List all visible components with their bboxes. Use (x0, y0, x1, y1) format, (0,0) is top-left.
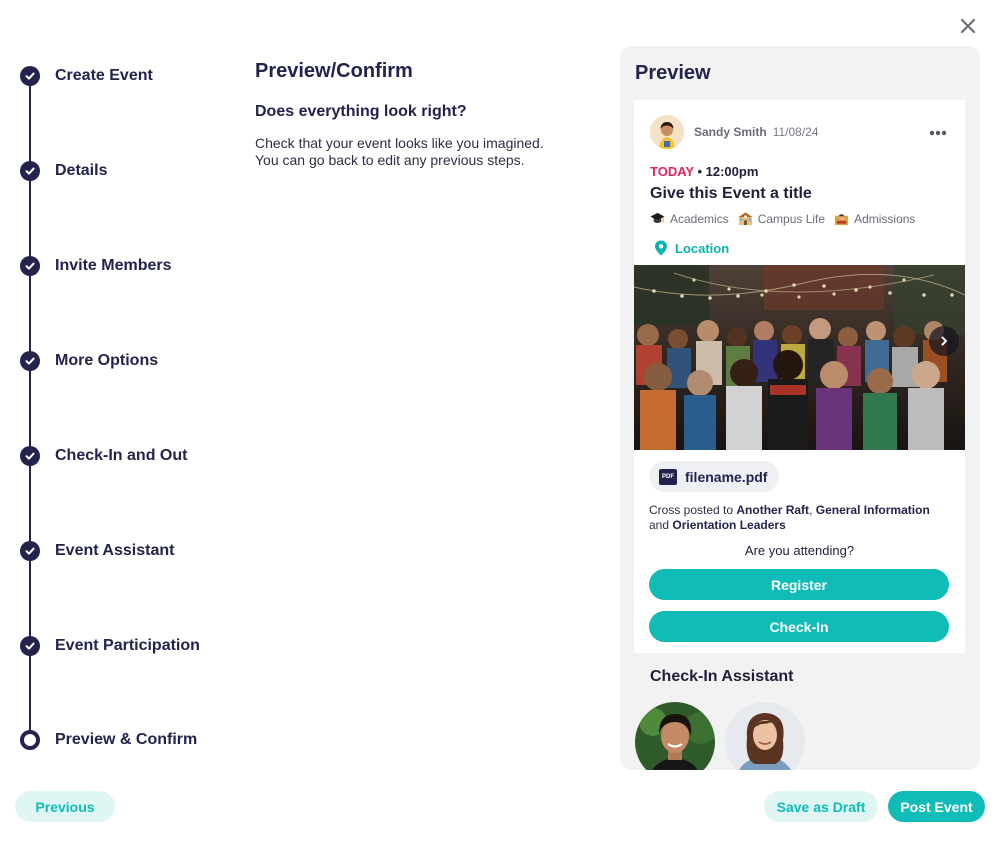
step-complete-indicator (20, 256, 40, 276)
preview-title: Preview (635, 62, 711, 84)
step-label: Check-In and Out (55, 447, 188, 464)
check-icon (25, 357, 35, 365)
check-icon (25, 452, 35, 460)
event-preview-card: Sandy Smith 11/08/24 TODAY • 12:00pm Giv… (634, 100, 965, 653)
step-event-assistant[interactable]: Event Assistant (20, 541, 174, 561)
step-more-options[interactable]: More Options (20, 351, 158, 371)
step-event-participation[interactable]: Event Participation (20, 636, 200, 656)
crosspost-group[interactable]: Orientation Leaders (672, 518, 785, 532)
crosspost-separator: , (809, 503, 813, 517)
step-check-in-and-out[interactable]: Check-In and Out (20, 446, 187, 466)
step-complete-indicator (20, 351, 40, 371)
tag-academics[interactable]: Academics (650, 211, 729, 226)
assistant-avatar[interactable] (635, 702, 715, 770)
assistant-avatar[interactable] (725, 702, 805, 770)
check-icon (25, 167, 35, 175)
crosspost-info: Cross posted to Another Raft, General In… (649, 503, 954, 533)
admissions-icon (835, 214, 849, 226)
step-invite-members[interactable]: Invite Members (20, 256, 171, 276)
event-datetime: TODAY • 12:00pm (650, 164, 758, 179)
graduation-cap-icon (650, 212, 665, 223)
file-attachment[interactable]: PDF filename.pdf (649, 461, 780, 492)
crosspost-group[interactable]: Another Raft (736, 503, 809, 517)
school-building-icon (738, 212, 753, 226)
crosspost-conjunction: and (649, 518, 670, 532)
check-in-assistant-title: Check-In Assistant (650, 668, 794, 685)
step-complete-indicator (20, 446, 40, 466)
step-label: More Options (55, 352, 159, 369)
check-in-button[interactable]: Check-In (649, 611, 949, 642)
step-label: Event Assistant (55, 542, 175, 559)
author-name: Sandy Smith (694, 125, 767, 139)
post-date: 11/08/24 (772, 125, 819, 139)
pdf-icon: PDF (659, 468, 677, 485)
event-day: TODAY (650, 164, 694, 179)
tag-campus-life[interactable]: Campus Life (738, 211, 825, 226)
step-create-event[interactable]: Create Event (20, 66, 153, 86)
step-preview-confirm[interactable]: Preview & Confirm (20, 730, 197, 750)
step-details[interactable]: Details (20, 161, 107, 181)
chevron-right-icon (941, 336, 947, 346)
stepper: Create Event Details Invite Members More… (0, 0, 240, 780)
preview-panel: Preview Sandy Smith 11/08/24 TODAY • 12:… (620, 46, 980, 770)
crosspost-prefix: Cross posted to (649, 503, 734, 517)
step-label: Details (55, 162, 108, 179)
page-title: Preview/Confirm (255, 60, 413, 82)
location-pin-icon (655, 240, 667, 256)
check-icon (25, 72, 35, 80)
tag-label: Admissions (854, 211, 916, 226)
step-current-indicator (20, 730, 40, 750)
save-draft-button[interactable]: Save as Draft (764, 791, 878, 822)
event-photo-image (634, 265, 965, 450)
next-image-button[interactable] (929, 326, 959, 356)
step-complete-indicator (20, 636, 40, 656)
tag-admissions[interactable]: Admissions (834, 211, 915, 226)
crosspost-group[interactable]: General Information (816, 503, 930, 517)
step-complete-indicator (20, 541, 40, 561)
event-time: • 12:00pm (697, 164, 759, 179)
author-row: Sandy Smith 11/08/24 (650, 115, 819, 149)
check-icon (25, 547, 35, 555)
step-label: Invite Members (55, 257, 172, 274)
post-event-button[interactable]: Post Event (888, 791, 985, 822)
step-label: Event Participation (55, 637, 200, 654)
previous-button[interactable]: Previous (15, 791, 115, 822)
tag-label: Academics (670, 211, 729, 226)
event-photo[interactable] (634, 265, 965, 450)
section-question: Does everything look right? (255, 103, 467, 120)
close-button[interactable] (956, 14, 980, 38)
file-name: filename.pdf (685, 468, 768, 485)
check-icon (25, 262, 35, 270)
section-description: Check that your event looks like you ima… (255, 135, 544, 168)
location-label: Location (675, 240, 730, 256)
register-button[interactable]: Register (649, 569, 949, 600)
check-icon (25, 642, 35, 650)
event-title: Give this Event a title (650, 185, 812, 202)
main-content: Preview/Confirm Does everything look rig… (255, 60, 595, 169)
close-icon (960, 18, 976, 34)
attending-question: Are you attending? (744, 543, 855, 558)
author-avatar (650, 115, 684, 149)
event-tags: Academics Campus Life Admissions (650, 211, 924, 226)
location-link[interactable]: Location (654, 240, 729, 256)
step-complete-indicator (20, 66, 40, 86)
more-icon[interactable] (929, 130, 947, 136)
step-label: Preview & Confirm (55, 731, 198, 748)
step-label: Create Event (55, 67, 153, 84)
step-complete-indicator (20, 161, 40, 181)
tag-label: Campus Life (757, 211, 826, 226)
